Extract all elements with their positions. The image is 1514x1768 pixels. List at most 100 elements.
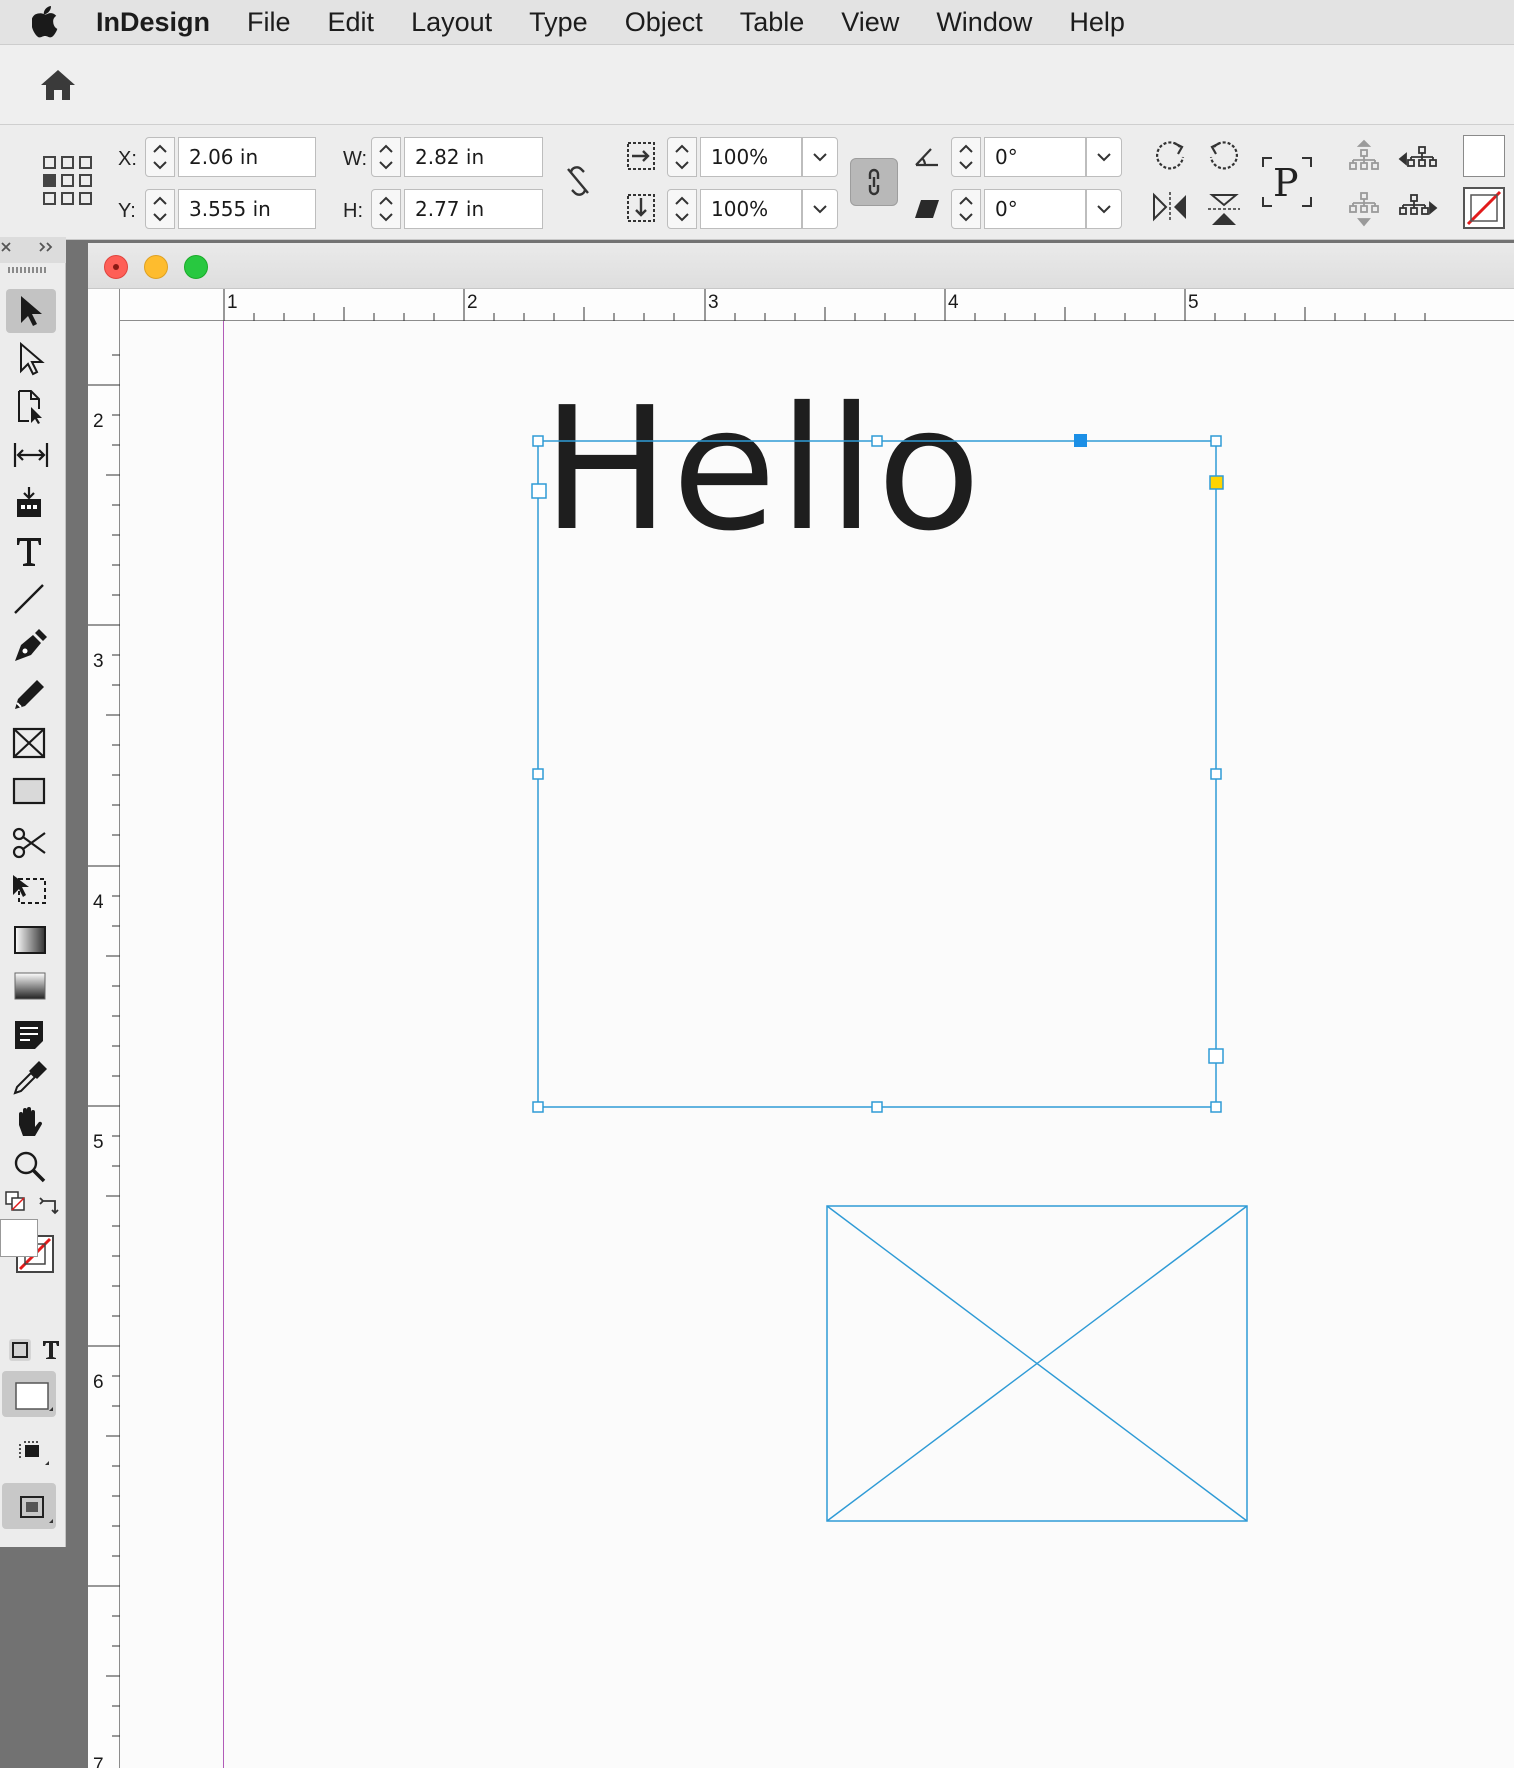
out-port[interactable] xyxy=(1208,1048,1224,1064)
scale-y-dropdown[interactable] xyxy=(802,189,838,229)
rectangle-tool[interactable] xyxy=(6,769,56,813)
handle-bottom-middle[interactable] xyxy=(871,1101,883,1113)
scissors-tool[interactable] xyxy=(6,821,56,865)
handle-bottom-left[interactable] xyxy=(532,1101,544,1113)
flip-vertical-icon[interactable] xyxy=(1204,189,1244,234)
in-port[interactable] xyxy=(531,483,547,499)
handle-top-middle[interactable] xyxy=(871,435,883,447)
handle-top-right[interactable] xyxy=(1210,435,1222,447)
content-collector-tool[interactable] xyxy=(6,481,56,525)
apply-color-button[interactable] xyxy=(2,1371,56,1417)
handle-bottom-right[interactable] xyxy=(1210,1101,1222,1113)
menu-view[interactable]: View xyxy=(841,7,899,38)
line-tool[interactable] xyxy=(6,577,56,621)
flip-horizontal-icon[interactable] xyxy=(1150,189,1190,230)
stroke-swatch-none[interactable] xyxy=(1463,187,1505,229)
note-tool[interactable] xyxy=(6,1013,56,1057)
scale-x-field[interactable]: 100% xyxy=(700,137,802,177)
close-window-button[interactable] xyxy=(104,255,128,279)
direct-selection-tool[interactable] xyxy=(6,337,56,381)
rectangle-frame-tool[interactable] xyxy=(6,721,56,765)
scale-y-field[interactable]: 100% xyxy=(700,189,802,229)
handle-top-left[interactable] xyxy=(532,435,544,447)
h-field[interactable]: 2.77 in xyxy=(404,189,543,229)
scale-y-stepper[interactable] xyxy=(667,189,697,229)
x-stepper[interactable] xyxy=(145,137,175,177)
menu-edit[interactable]: Edit xyxy=(328,7,375,38)
formatting-affects-text-icon[interactable] xyxy=(34,1333,60,1359)
select-next-sibling-icon[interactable] xyxy=(1398,191,1438,230)
y-field[interactable]: 3.555 in xyxy=(178,189,316,229)
horizontal-ruler[interactable]: 1 2 3 4 5 xyxy=(120,289,1514,321)
apple-menu-icon[interactable] xyxy=(28,6,64,38)
y-stepper[interactable] xyxy=(145,189,175,229)
vertical-ruler[interactable]: 2 3 4 5 6 7 xyxy=(88,289,120,1768)
gradient-feather-tool[interactable] xyxy=(6,963,56,1007)
swap-fill-stroke-icon[interactable] xyxy=(34,1189,59,1215)
select-next-object-icon[interactable] xyxy=(1347,191,1381,232)
handle-middle-left[interactable] xyxy=(532,768,544,780)
select-previous-sibling-icon[interactable] xyxy=(1398,139,1438,178)
paragraph-glyph: P xyxy=(1273,161,1299,205)
menu-window[interactable]: Window xyxy=(936,7,1032,38)
shear-stepper[interactable] xyxy=(951,189,981,229)
screen-mode-button[interactable] xyxy=(2,1483,56,1529)
constrain-scale-button[interactable] xyxy=(850,158,898,206)
menu-object[interactable]: Object xyxy=(625,7,703,38)
empty-graphic-frame[interactable] xyxy=(826,1205,1248,1522)
pen-tool[interactable] xyxy=(6,625,56,669)
scale-x-stepper[interactable] xyxy=(667,137,697,177)
tools-grip[interactable] xyxy=(8,267,48,273)
scale-x-icon xyxy=(626,141,656,176)
rotation-stepper[interactable] xyxy=(951,137,981,177)
ruler-v-label-3: 3 xyxy=(93,651,104,672)
free-transform-tool[interactable] xyxy=(6,869,56,913)
menu-layout[interactable]: Layout xyxy=(411,7,492,38)
normal-view-mode-icon[interactable] xyxy=(6,1431,56,1475)
shear-dropdown[interactable] xyxy=(1086,189,1122,229)
default-fill-stroke-icon[interactable] xyxy=(0,1187,25,1211)
pencil-tool[interactable] xyxy=(6,673,56,717)
fill-swatch[interactable] xyxy=(1463,135,1505,177)
rotation-angle-icon xyxy=(913,145,941,174)
menu-file[interactable]: File xyxy=(247,7,291,38)
tools-panel-header[interactable] xyxy=(0,237,66,263)
rotation-field[interactable]: 0° xyxy=(984,137,1086,177)
menu-app-indesign[interactable]: InDesign xyxy=(96,7,210,38)
zoom-window-button[interactable] xyxy=(184,255,208,279)
shear-field[interactable]: 0° xyxy=(984,189,1086,229)
h-stepper[interactable] xyxy=(371,189,401,229)
rotate-counterclockwise-icon[interactable] xyxy=(1204,135,1244,180)
menu-help[interactable]: Help xyxy=(1069,7,1125,38)
reference-point-icon[interactable] xyxy=(42,155,94,212)
eyedropper-tool[interactable] xyxy=(6,1057,56,1101)
live-corners-handle[interactable] xyxy=(1209,475,1224,490)
formatting-affects-container-icon[interactable] xyxy=(2,1333,31,1361)
content-grabber-handle[interactable] xyxy=(1074,434,1087,447)
zoom-tool[interactable] xyxy=(6,1145,56,1189)
rotation-dropdown[interactable] xyxy=(1086,137,1122,177)
select-previous-object-icon[interactable] xyxy=(1347,139,1381,178)
x-field[interactable]: 2.06 in xyxy=(178,137,316,177)
selected-text-frame[interactable] xyxy=(537,440,1217,1108)
menu-table[interactable]: Table xyxy=(740,7,805,38)
fill-proxy[interactable] xyxy=(0,1219,38,1257)
type-tool[interactable] xyxy=(6,529,56,573)
minimize-window-button[interactable] xyxy=(144,255,168,279)
constrain-proportions-icon[interactable] xyxy=(562,163,594,204)
gap-tool[interactable] xyxy=(6,433,56,477)
document-canvas[interactable]: Hello xyxy=(120,321,1514,1768)
handle-middle-right[interactable] xyxy=(1210,768,1222,780)
select-container-icon[interactable]: P xyxy=(1260,155,1314,209)
hand-tool[interactable] xyxy=(6,1101,56,1145)
scale-x-dropdown[interactable] xyxy=(802,137,838,177)
w-field[interactable]: 2.82 in xyxy=(404,137,543,177)
home-icon[interactable] xyxy=(38,67,78,103)
selection-tool[interactable] xyxy=(6,289,56,333)
fill-stroke-proxy[interactable] xyxy=(0,1219,58,1275)
gradient-swatch-tool[interactable] xyxy=(6,917,56,961)
page-tool[interactable] xyxy=(6,385,56,429)
w-stepper[interactable] xyxy=(371,137,401,177)
rotate-clockwise-icon[interactable] xyxy=(1150,135,1190,180)
menu-type[interactable]: Type xyxy=(529,7,588,38)
